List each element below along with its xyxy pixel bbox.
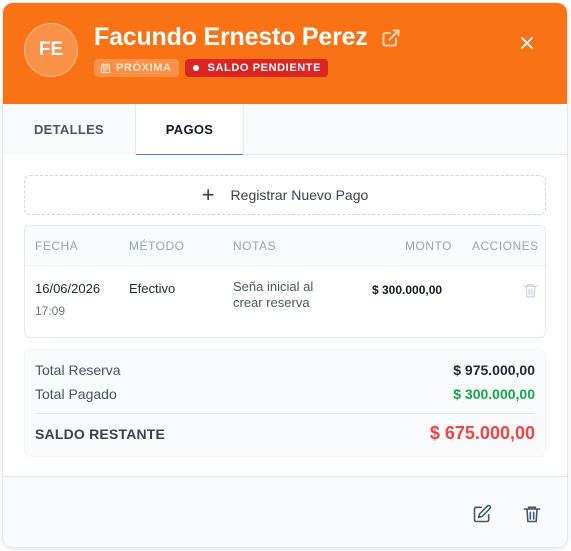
modal-header: FE Facundo Ernesto Perez PRÓXIMA SALDO P… [3, 3, 567, 104]
add-payment-button[interactable]: + Registrar Nuevo Pago [24, 175, 546, 215]
column-fecha: FECHA [35, 239, 79, 253]
reservation-modal: FE Facundo Ernesto Perez PRÓXIMA SALDO P… [3, 3, 567, 547]
avatar: FE [24, 23, 78, 77]
external-link-icon[interactable] [381, 28, 401, 48]
balance-badge-label: SALDO PENDIENTE [207, 62, 322, 74]
trash-icon[interactable] [522, 504, 542, 524]
column-metodo: MÉTODO [129, 239, 185, 253]
payment-method: Efectivo [129, 281, 176, 296]
saldo-restante-label: SALDO RESTANTE [35, 426, 166, 442]
status-badge-saldo: SALDO PENDIENTE [184, 59, 329, 77]
payment-time: 17:09 [35, 304, 66, 318]
total-reserva-label: Total Reserva [35, 362, 121, 378]
edit-icon[interactable] [472, 504, 492, 524]
table-header: FECHA MÉTODO NOTAS MONTO ACCIONES [25, 226, 545, 266]
payments-table: FECHA MÉTODO NOTAS MONTO ACCIONES 16/06/… [24, 225, 546, 338]
add-payment-label: Registrar Nuevo Pago [230, 187, 369, 203]
payments-panel: + Registrar Nuevo Pago FECHA MÉTODO NOTA… [3, 155, 567, 476]
modal-footer [3, 476, 567, 547]
status-badges: PRÓXIMA SALDO PENDIENTE [94, 59, 329, 77]
totals-summary: Total Reserva $ 975.000,00 Total Pagado … [24, 349, 546, 457]
column-acciones: ACCIONES [472, 239, 539, 253]
tab-pagos[interactable]: PAGOS [135, 104, 244, 156]
payment-date: 16/06/2026 [35, 281, 101, 296]
payment-notes: Seña inicial al crear reserva [233, 279, 314, 310]
saldo-restante-value: $ 675.000,00 [429, 423, 535, 443]
column-monto: MONTO [405, 239, 452, 253]
trash-icon[interactable] [522, 281, 539, 300]
status-badge-label: PRÓXIMA [116, 62, 172, 74]
total-reserva-value: $ 975.000,00 [453, 362, 535, 378]
dot-icon [192, 65, 199, 71]
tab-detalles[interactable]: DETALLES [3, 104, 135, 155]
client-name: Facundo Ernesto Perez [94, 23, 368, 51]
status-badge-proxima: PRÓXIMA [94, 59, 179, 77]
plus-icon: + [201, 182, 215, 207]
payment-amount: $ 300.000,00 [372, 283, 443, 297]
tab-bar: DETALLES PAGOS [3, 104, 567, 156]
column-notas: NOTAS [233, 239, 276, 253]
close-icon[interactable] [517, 33, 537, 53]
total-pagado-value: $ 300.000,00 [453, 386, 535, 402]
calendar-icon [100, 62, 111, 73]
divider [35, 413, 535, 414]
total-pagado-label: Total Pagado [35, 386, 117, 402]
